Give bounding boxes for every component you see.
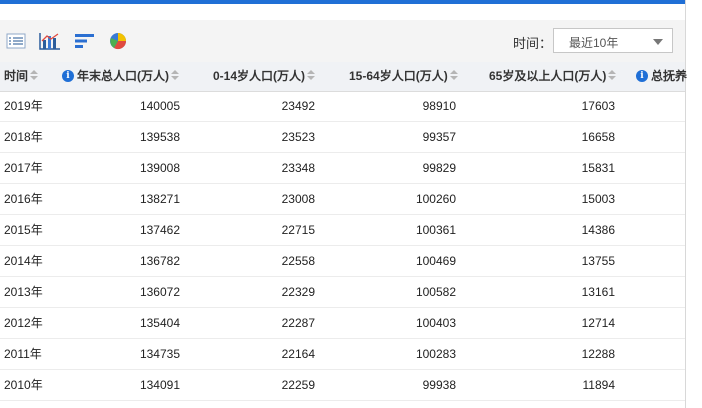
table-cell: 23008 bbox=[281, 192, 315, 206]
table-cell: 100403 bbox=[415, 316, 456, 330]
time-label: 时间： bbox=[513, 36, 553, 51]
table-cell: 17603 bbox=[581, 99, 615, 113]
table-cell: 99357 bbox=[422, 130, 456, 144]
table-row: 2018年 139538 23523 99357 16658 bbox=[0, 122, 685, 153]
table-cell: 140005 bbox=[139, 99, 180, 113]
table-cell: 100260 bbox=[415, 192, 456, 206]
sort-icon[interactable] bbox=[171, 70, 179, 81]
pie-chart-icon[interactable] bbox=[108, 31, 128, 51]
table-cell: 23348 bbox=[281, 161, 315, 175]
time-range-value: 最近10年 bbox=[569, 36, 619, 50]
table-header: 时间 i 年末总人口(万人) 0-14岁人口(万人) 15-64岁人口(万人) 6… bbox=[0, 62, 687, 92]
table-cell: 134091 bbox=[139, 378, 180, 392]
table-cell: 22329 bbox=[281, 285, 315, 299]
table-row: 2011年 134735 22164 100283 12288 bbox=[0, 339, 685, 370]
chevron-down-icon bbox=[653, 39, 663, 45]
column-header-age-65-plus[interactable]: 65岁及以上人口(万人) bbox=[489, 62, 617, 91]
table-cell: 138271 bbox=[139, 192, 180, 206]
table-row: 2010年 134091 22259 99938 11894 bbox=[0, 370, 685, 401]
bar-chart-icon[interactable] bbox=[39, 31, 60, 51]
table-cell: 12288 bbox=[581, 347, 615, 361]
table-cell: 100469 bbox=[415, 254, 456, 268]
column-header-total-population[interactable]: i 年末总人口(万人) bbox=[62, 62, 179, 91]
table-cell: 22715 bbox=[281, 223, 315, 237]
table-cell: 135404 bbox=[139, 316, 180, 330]
table-row: 2017年 139008 23348 99829 15831 bbox=[0, 153, 685, 184]
info-icon[interactable]: i bbox=[62, 69, 74, 82]
table-cell: 2013年 bbox=[4, 285, 43, 299]
table-row: 2012年 135404 22287 100403 12714 bbox=[0, 308, 685, 339]
table-cell: 2012年 bbox=[4, 316, 43, 330]
table-cell: 13161 bbox=[581, 285, 615, 299]
sort-icon[interactable] bbox=[608, 70, 617, 81]
table-cell: 22259 bbox=[281, 378, 315, 392]
table-cell: 100582 bbox=[415, 285, 456, 299]
table-cell: 99938 bbox=[422, 378, 456, 392]
table-cell: 22287 bbox=[281, 316, 315, 330]
table-row: 2015年 137462 22715 100361 14386 bbox=[0, 215, 685, 246]
table-cell: 23523 bbox=[281, 130, 315, 144]
table-cell: 23492 bbox=[281, 99, 315, 113]
sort-icon[interactable] bbox=[449, 70, 458, 81]
table-cell: 98910 bbox=[422, 99, 456, 113]
table-cell: 139008 bbox=[139, 161, 180, 175]
table-cell: 22164 bbox=[281, 347, 315, 361]
table-cell: 16658 bbox=[581, 130, 615, 144]
table-row: 2014年 136782 22558 100469 13755 bbox=[0, 246, 685, 277]
table-cell: 2017年 bbox=[4, 161, 43, 175]
sort-icon[interactable] bbox=[307, 70, 316, 81]
table-row: 2016年 138271 23008 100260 15003 bbox=[0, 184, 685, 215]
column-header-time[interactable]: 时间 bbox=[4, 62, 39, 91]
table-row: 2019年 140005 23492 98910 17603 bbox=[0, 91, 685, 122]
table-cell: 139538 bbox=[139, 130, 180, 144]
info-icon[interactable]: i bbox=[636, 69, 648, 82]
table-body: 2019年 140005 23492 98910 17603 2018年 139538 235… bbox=[0, 91, 685, 401]
table-cell: 100283 bbox=[415, 347, 456, 361]
toolbar: 时间： 最近10年 bbox=[0, 20, 685, 63]
table-cell: 2016年 bbox=[4, 192, 43, 206]
table-view-icon[interactable] bbox=[6, 31, 26, 51]
table-cell: 11894 bbox=[582, 378, 615, 392]
table-cell: 136782 bbox=[139, 254, 180, 268]
table-row: 2013年 136072 22329 100582 13161 bbox=[0, 277, 685, 308]
sort-icon[interactable] bbox=[30, 70, 39, 81]
table-cell: 136072 bbox=[139, 285, 180, 299]
table-cell: 2010年 bbox=[4, 378, 43, 392]
table-cell: 2011年 bbox=[4, 347, 42, 361]
table-cell: 13755 bbox=[581, 254, 615, 268]
table-cell: 15831 bbox=[581, 161, 615, 175]
table-cell: 134735 bbox=[139, 347, 180, 361]
table-cell: 137462 bbox=[139, 223, 180, 237]
horizontal-bar-chart-icon[interactable] bbox=[74, 31, 94, 51]
table-cell: 100361 bbox=[415, 223, 456, 237]
table-cell: 15003 bbox=[581, 192, 615, 206]
table-cell: 2015年 bbox=[4, 223, 43, 237]
column-header-dependency-ratio[interactable]: i 总抚养 bbox=[636, 62, 687, 91]
column-header-age-15-64[interactable]: 15-64岁人口(万人) bbox=[349, 62, 458, 91]
table-cell: 2014年 bbox=[4, 254, 43, 268]
time-range-select[interactable]: 最近10年 bbox=[553, 28, 673, 53]
top-accent-bar bbox=[0, 0, 686, 4]
table-cell: 12714 bbox=[581, 316, 615, 330]
table-cell: 14386 bbox=[581, 223, 615, 237]
table-cell: 99829 bbox=[422, 161, 456, 175]
table-cell: 22558 bbox=[281, 254, 315, 268]
table-cell: 2019年 bbox=[4, 99, 43, 113]
table-cell: 2018年 bbox=[4, 130, 43, 144]
column-header-age-0-14[interactable]: 0-14岁人口(万人) bbox=[213, 62, 316, 91]
